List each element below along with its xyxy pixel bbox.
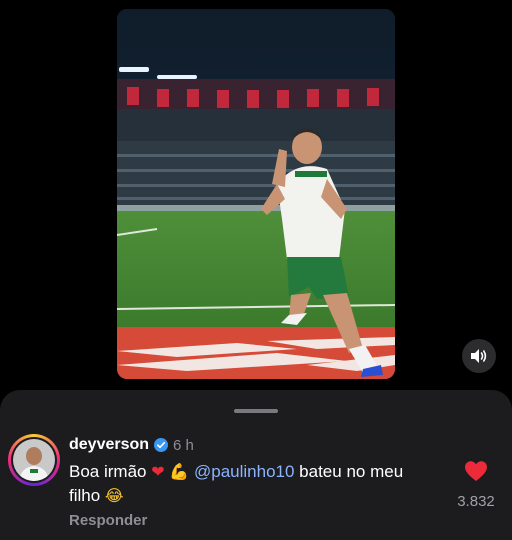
like-section: 3.832	[446, 460, 506, 510]
laughing-emoji: 😂	[104, 486, 124, 505]
flexed-biceps-emoji: 💪	[169, 462, 190, 481]
comments-sheet: deyverson 6 h Boa irmão ❤ 💪 @paulinho10 …	[0, 390, 512, 540]
heart-emoji: ❤	[151, 462, 165, 481]
sound-toggle-button[interactable]	[462, 339, 496, 373]
verified-badge-icon	[154, 438, 169, 452]
comment-body: Boa irmão ❤ 💪 @paulinho10 bateu no meu f…	[69, 460, 429, 508]
reply-button[interactable]: Responder	[69, 512, 147, 529]
comment-header: deyverson 6 h	[69, 436, 194, 454]
avatar-photo	[13, 439, 55, 481]
video-player[interactable]	[117, 9, 395, 379]
like-heart-icon[interactable]	[464, 460, 488, 482]
comment-timestamp: 6 h	[173, 436, 194, 454]
sheet-drag-handle[interactable]	[234, 409, 278, 413]
speaker-icon	[471, 349, 487, 363]
like-count: 3.832	[457, 493, 495, 510]
mention-link[interactable]: @paulinho10	[194, 462, 294, 481]
comment-username[interactable]: deyverson	[69, 436, 149, 454]
video-frame	[117, 9, 395, 379]
avatar[interactable]	[8, 434, 60, 486]
avatar-inner	[11, 437, 57, 483]
comment-text-part1: Boa irmão	[69, 462, 152, 481]
